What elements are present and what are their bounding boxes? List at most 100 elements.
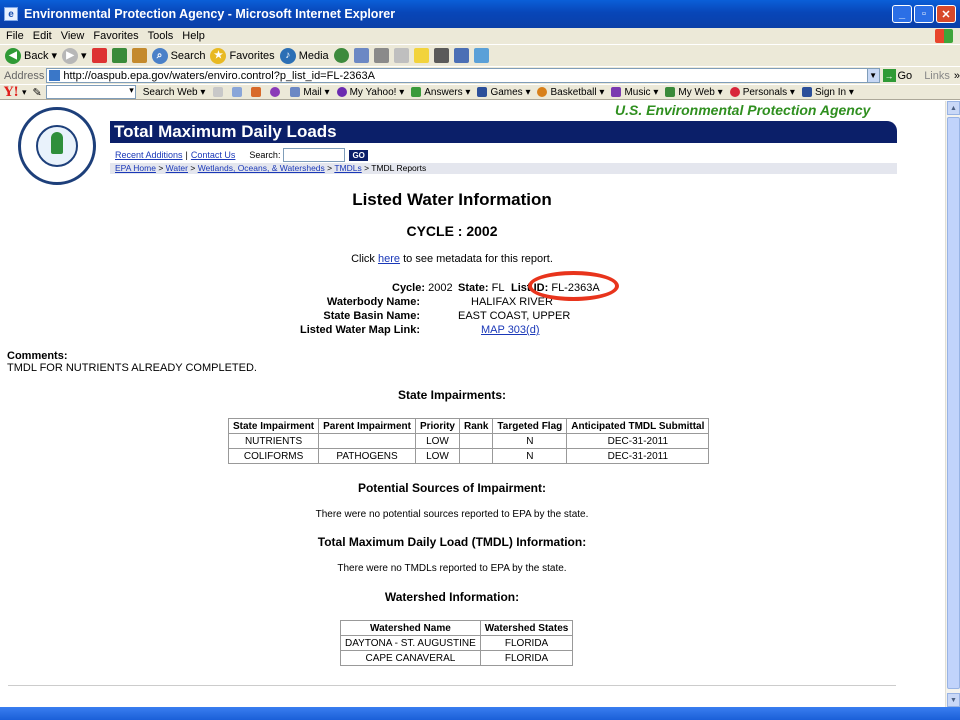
address-bar: Address http://oaspub.epa.gov/waters/env… bbox=[0, 66, 960, 84]
taskbar-strip bbox=[0, 707, 960, 720]
chevron-down-icon[interactable]: ▾ bbox=[22, 87, 27, 98]
menu-file[interactable]: File bbox=[6, 30, 24, 42]
address-input[interactable]: http://oaspub.epa.gov/waters/enviro.cont… bbox=[46, 68, 868, 83]
map-link-label: Listed Water Map Link: bbox=[280, 324, 420, 336]
refresh-icon[interactable] bbox=[111, 48, 127, 63]
column-header: Watershed States bbox=[479, 620, 574, 636]
minimize-button[interactable]: _ bbox=[892, 5, 912, 23]
summary-state: State: FL bbox=[458, 282, 504, 294]
back-button[interactable]: ◀ Back ▾ bbox=[5, 47, 57, 64]
favorites-button[interactable]: ★ Favorites bbox=[210, 47, 275, 64]
my-yahoo-button[interactable]: My Yahoo! ▾ bbox=[336, 87, 404, 98]
music-label: Music bbox=[624, 86, 651, 98]
search-web-label: Search Web bbox=[142, 86, 198, 98]
yahoo-logo[interactable]: Y! bbox=[4, 85, 19, 100]
media-icon: ♪ bbox=[279, 47, 296, 64]
yahoo-search-input[interactable] bbox=[45, 85, 136, 99]
sign-in-button[interactable]: Sign In ▾ bbox=[801, 87, 854, 98]
menu-edit[interactable]: Edit bbox=[33, 30, 52, 42]
close-button[interactable]: ✕ bbox=[936, 5, 956, 23]
recent-additions-link[interactable]: Recent Additions bbox=[115, 150, 183, 160]
watershed-table: Watershed Name Watershed States DAYTONA … bbox=[340, 620, 574, 666]
map-303d-link[interactable]: MAP 303(d) bbox=[481, 324, 540, 336]
messenger-icon[interactable] bbox=[453, 48, 469, 63]
media-label: Media bbox=[298, 49, 329, 62]
tmdl-heading: Total Maximum Daily Load (TMDL) Informat… bbox=[317, 535, 587, 549]
yahoo-toolbar: Y! ▾ ✎ Search Web ▾ Mail ▾ My Yahoo! ▾ A… bbox=[0, 84, 960, 100]
waterbody-value: HALIFAX RIVER bbox=[471, 296, 553, 308]
scroll-thumb[interactable] bbox=[947, 117, 960, 689]
bookmark-icon[interactable] bbox=[232, 87, 243, 97]
menu-view[interactable]: View bbox=[61, 30, 85, 42]
print-icon[interactable] bbox=[373, 48, 389, 63]
comments-section: Comments: TMDL FOR NUTRIENTS ALREADY COM… bbox=[7, 350, 257, 374]
envelope-icon bbox=[290, 87, 301, 97]
breadcrumb-current: TMDL Reports bbox=[371, 163, 427, 173]
highlight-icon[interactable] bbox=[213, 87, 224, 97]
research-icon[interactable] bbox=[433, 48, 449, 63]
table-cell: DEC-31-2011 bbox=[566, 433, 710, 449]
answers-button[interactable]: Answers ▾ bbox=[411, 87, 470, 98]
menu-help[interactable]: Help bbox=[182, 30, 205, 42]
games-button[interactable]: Games ▾ bbox=[477, 87, 530, 98]
address-dropdown-icon[interactable]: ▼ bbox=[866, 68, 880, 83]
breadcrumb: EPA Home > Water > Wetlands, Oceans, & W… bbox=[110, 163, 897, 174]
window-titlebar: e Environmental Protection Agency - Micr… bbox=[0, 0, 960, 28]
vertical-scrollbar[interactable]: ▲ ▼ bbox=[945, 101, 960, 707]
links-label[interactable]: Links bbox=[924, 70, 950, 82]
table-header-row: Watershed Name Watershed States bbox=[340, 620, 574, 636]
metadata-prefix: Click bbox=[351, 253, 375, 265]
pencil-icon[interactable]: ✎ bbox=[33, 86, 42, 99]
media-button[interactable]: ♪ Media bbox=[279, 47, 329, 64]
menu-tools[interactable]: Tools bbox=[148, 30, 174, 42]
stop-icon[interactable] bbox=[91, 48, 107, 63]
breadcrumb-water[interactable]: Water bbox=[166, 163, 188, 173]
forward-button[interactable]: ▶ ▾ bbox=[62, 47, 87, 64]
table-cell: NUTRIENTS bbox=[227, 433, 320, 449]
mail-icon[interactable] bbox=[353, 48, 369, 63]
home-icon[interactable] bbox=[131, 48, 147, 63]
popup-blocker-icon[interactable] bbox=[270, 87, 281, 97]
sources-text: There were no potential sources reported… bbox=[315, 509, 589, 520]
scroll-up-icon[interactable]: ▲ bbox=[947, 101, 960, 115]
my-web-button[interactable]: My Web ▾ bbox=[665, 87, 723, 98]
map-link-value: MAP 303(d) bbox=[481, 324, 540, 336]
menu-favorites[interactable]: Favorites bbox=[93, 30, 138, 42]
search-label: Search bbox=[170, 49, 206, 62]
discuss-icon[interactable] bbox=[413, 48, 429, 63]
go-button[interactable]: → Go bbox=[882, 69, 913, 82]
maximize-button[interactable]: ▫ bbox=[914, 5, 934, 23]
breadcrumb-wetlands[interactable]: Wetlands, Oceans, & Watersheds bbox=[198, 163, 325, 173]
table-row: COLIFORMS PATHOGENS LOW N DEC-31-2011 bbox=[227, 448, 710, 464]
metadata-link[interactable]: here bbox=[378, 253, 400, 265]
breadcrumb-epa-home[interactable]: EPA Home bbox=[115, 163, 156, 173]
mail-button[interactable]: Mail ▾ bbox=[290, 87, 330, 98]
extension-icon[interactable] bbox=[473, 48, 489, 63]
footer-divider bbox=[8, 685, 896, 686]
go-label: Go bbox=[897, 69, 913, 82]
contact-us-link[interactable]: Contact Us bbox=[191, 150, 236, 160]
standard-toolbar: ◀ Back ▾ ▶ ▾ ⌕ Search ★ Favorites ♪ Media bbox=[0, 44, 960, 66]
search-web-button[interactable]: Search Web ▾ bbox=[143, 87, 206, 98]
music-button[interactable]: Music ▾ bbox=[611, 87, 658, 98]
table-cell: DAYTONA - ST. AUGUSTINE bbox=[340, 635, 481, 651]
cycle-value: 2002 bbox=[428, 282, 453, 294]
waterbody-label: Waterbody Name: bbox=[300, 296, 420, 308]
epa-seal-logo[interactable] bbox=[18, 107, 96, 185]
heart-icon bbox=[729, 87, 740, 97]
history-icon[interactable] bbox=[333, 48, 349, 63]
answers-icon bbox=[411, 87, 422, 97]
personals-button[interactable]: Personals ▾ bbox=[729, 87, 795, 98]
search-button[interactable]: ⌕ Search bbox=[151, 47, 206, 64]
edit-icon[interactable] bbox=[393, 48, 409, 63]
table-cell: FLORIDA bbox=[479, 650, 574, 666]
site-search-input[interactable] bbox=[283, 148, 346, 162]
page-banner: Total Maximum Daily Loads bbox=[110, 121, 897, 143]
breadcrumb-tmdls[interactable]: TMDLs bbox=[334, 163, 361, 173]
antispy-icon[interactable] bbox=[251, 87, 262, 97]
agency-name[interactable]: U.S. Environmental Protection Agency bbox=[615, 102, 870, 118]
chevron-right-icon[interactable]: » bbox=[954, 70, 960, 82]
basketball-button[interactable]: Basketball ▾ bbox=[537, 87, 604, 98]
scroll-down-icon[interactable]: ▼ bbox=[947, 693, 960, 707]
site-search-go-button[interactable]: GO bbox=[349, 149, 368, 161]
